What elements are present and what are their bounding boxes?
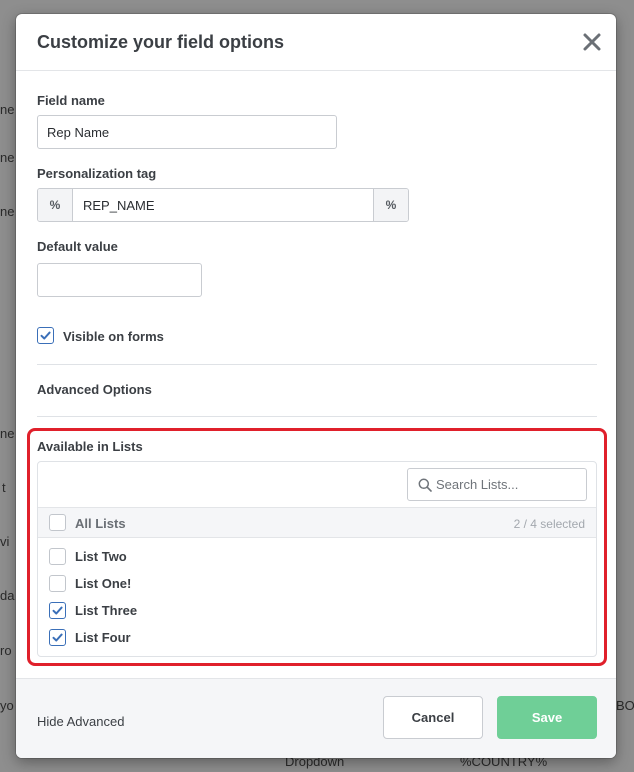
personalization-tag-group: % % [37,188,409,222]
save-button[interactable]: Save [497,696,597,739]
visible-on-forms-label: Visible on forms [63,329,164,344]
default-value-label: Default value [37,239,118,254]
field-name-input[interactable] [37,115,337,149]
background-text: da [0,588,15,603]
modal-footer: Hide Advanced Cancel Save [16,678,616,758]
divider [37,364,597,365]
background-text: ro [0,643,12,658]
customize-field-modal: Customize your field options Field name … [16,14,616,758]
background-text: BO [616,698,634,713]
field-name-label: Field name [37,93,105,108]
personalization-tag-input[interactable] [73,189,373,221]
default-value-input[interactable] [37,263,202,297]
annotation-highlight-box [27,428,607,666]
background-text: ne [0,426,15,441]
checkmark-icon [40,331,51,340]
tag-prefix: % [38,189,73,221]
tag-suffix: % [373,189,408,221]
background-text: ne [0,102,15,117]
visible-on-forms-checkbox[interactable] [37,327,54,344]
modal-title: Customize your field options [37,32,285,52]
personalization-tag-label: Personalization tag [37,166,157,181]
advanced-options-heading: Advanced Options [37,382,152,397]
background-text: yo [0,698,14,713]
background-text: ne [0,204,15,219]
background-text: t [2,480,6,495]
background-text: vi [0,534,10,549]
modal-header: Customize your field options [16,14,616,71]
close-button[interactable] [580,30,604,54]
background-text: ne [0,150,15,165]
close-icon [583,33,601,51]
divider [37,416,597,417]
cancel-button[interactable]: Cancel [383,696,483,739]
hide-advanced-link[interactable]: Hide Advanced [37,714,124,729]
